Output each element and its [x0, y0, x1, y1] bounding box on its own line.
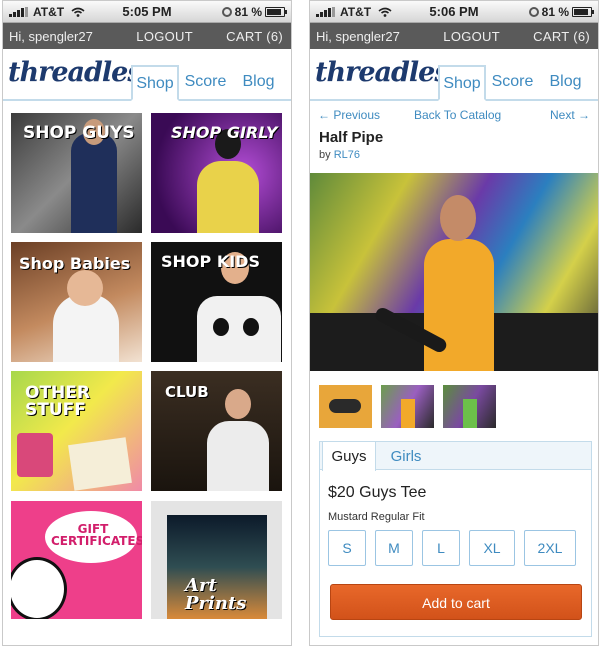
next-link[interactable]: Next → — [550, 108, 590, 122]
tile-label: Shop Babies — [19, 254, 131, 273]
gender-tabs: Guys Girls — [320, 442, 591, 471]
logout-link[interactable]: LOGOUT — [443, 29, 500, 44]
size-m-button[interactable]: M — [375, 530, 413, 566]
battery-icon — [572, 7, 594, 17]
rotation-lock-icon — [221, 7, 232, 17]
right-screen: AT&T 5:06 PM 81 % Hi, spengler27 LOGOUT … — [309, 0, 599, 646]
size-xl-button[interactable]: XL — [469, 530, 515, 566]
size-l-button[interactable]: L — [422, 530, 460, 566]
rotation-lock-icon — [528, 7, 539, 17]
back-to-catalog-link[interactable]: Back To Catalog — [414, 108, 501, 122]
category-tile-other-stuff[interactable]: OTHER STUFF — [11, 371, 142, 491]
tile-label: GIFT CERTIFICATES! — [51, 522, 142, 548]
size-s-button[interactable]: S — [328, 530, 366, 566]
thumbnail-guys-photo[interactable] — [381, 385, 434, 428]
tile-label: SHOP GUYS — [23, 123, 135, 143]
tab-shop[interactable]: Shop — [131, 65, 179, 101]
tab-blog[interactable]: Blog — [539, 65, 592, 101]
category-tile-gift-certificates[interactable]: GIFT CERTIFICATES! — [11, 501, 142, 619]
product-nav: ← Previous Back To Catalog Next → — [310, 101, 598, 127]
tab-guys[interactable]: Guys — [322, 442, 376, 471]
product-image[interactable] — [310, 173, 598, 371]
battery-percent: 81 % — [541, 5, 569, 19]
fit-label: Mustard Regular Fit — [328, 511, 425, 523]
product-artist: by RL76 — [319, 149, 598, 161]
size-selector: S M L XL 2XL — [328, 530, 576, 566]
user-greeting: Hi, spengler27 — [9, 29, 93, 44]
tab-girls[interactable]: Girls — [384, 442, 428, 471]
cart-link[interactable]: CART (6) — [226, 29, 283, 44]
logout-link[interactable]: LOGOUT — [136, 29, 193, 44]
main-nav: Shop Score Blog — [438, 65, 592, 101]
by-label: by — [319, 149, 331, 161]
product-thumbnails — [319, 385, 496, 428]
tab-blog[interactable]: Blog — [232, 65, 285, 101]
battery-status: 81 % — [528, 5, 594, 19]
tab-score[interactable]: Score — [486, 65, 539, 101]
tile-label: SHOP GIRLY — [171, 123, 278, 142]
site-header: threadless Shop Score Blog — [3, 49, 291, 101]
tab-shop[interactable]: Shop — [438, 65, 486, 101]
site-header: threadless Shop Score Blog — [310, 49, 598, 101]
cart-link[interactable]: CART (6) — [533, 29, 590, 44]
battery-icon — [265, 7, 287, 17]
category-tile-guys[interactable]: SHOP GUYS — [11, 113, 142, 233]
tile-label: SHOP KIDS — [161, 252, 260, 271]
previous-link[interactable]: ← Previous — [318, 108, 380, 122]
tile-label: CLUB — [165, 383, 209, 401]
purchase-box: Guys Girls $20 Guys Tee Mustard Regular … — [319, 441, 592, 637]
battery-status: 81 % — [221, 5, 287, 19]
category-tile-kids[interactable]: SHOP KIDS — [151, 242, 282, 362]
tab-score[interactable]: Score — [179, 65, 232, 101]
category-tile-club[interactable]: CLUB — [151, 371, 282, 491]
category-tile-art-prints[interactable]: Art Prints — [151, 501, 282, 619]
thumbnail-design[interactable] — [319, 385, 372, 428]
category-tile-babies[interactable]: Shop Babies — [11, 242, 142, 362]
user-greeting: Hi, spengler27 — [316, 29, 400, 44]
user-bar: Hi, spengler27 LOGOUT CART (6) — [3, 23, 291, 49]
main-nav: Shop Score Blog — [131, 65, 285, 101]
battery-percent: 81 % — [234, 5, 262, 19]
artist-link[interactable]: RL76 — [334, 149, 360, 161]
tile-label: OTHER STUFF — [25, 383, 90, 420]
size-2xl-button[interactable]: 2XL — [524, 530, 576, 566]
status-bar: AT&T 5:05 PM 81 % — [3, 1, 291, 23]
user-bar: Hi, spengler27 LOGOUT CART (6) — [310, 23, 598, 49]
add-to-cart-button[interactable]: Add to cart — [330, 584, 582, 620]
category-tile-girly[interactable]: SHOP GIRLY — [151, 113, 282, 233]
left-screen: AT&T 5:05 PM 81 % Hi, spengler27 LOGOUT … — [2, 0, 292, 646]
tile-label: Art Prints — [185, 575, 247, 614]
thumbnail-girls-photo[interactable] — [443, 385, 496, 428]
status-bar: AT&T 5:06 PM 81 % — [310, 1, 598, 23]
product-title: Half Pipe — [319, 129, 384, 146]
price-line: $20 Guys Tee — [328, 484, 427, 501]
